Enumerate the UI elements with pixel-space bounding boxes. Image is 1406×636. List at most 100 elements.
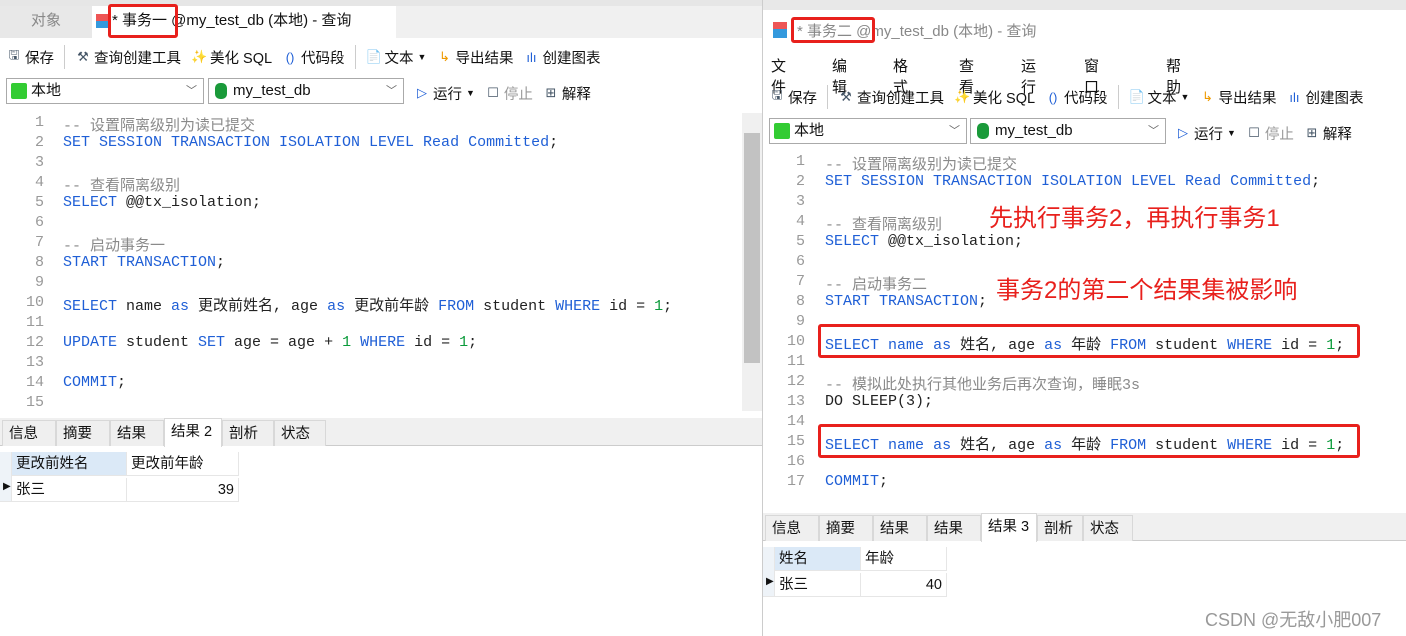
code-snippet-button[interactable]: () 代码段 [1045,87,1108,108]
line-number: 3 [34,154,44,171]
text-button[interactable]: 📄 文本 ▼ [366,47,427,68]
result-tab[interactable]: 结果 2 [927,515,981,563]
label: 停止 [503,86,533,103]
result-tab[interactable]: 信息 [2,420,56,446]
left-query-window: 对象 * 事务一 @my_test_db (本地) - 查询 🖫 保存 ⚒ 查询创建… [0,0,762,636]
connection-value: 本地 [794,122,825,139]
result-tab[interactable]: 摘要 [56,420,110,446]
export-results-button[interactable]: ↳ 导出结果 [1199,87,1276,108]
stop-button[interactable]: ☐ 停止 [1246,123,1294,144]
line-number: 7 [34,234,44,251]
label: 代码段 [1064,90,1108,107]
tab-objects[interactable]: 对象 [0,6,92,38]
label: 运行 [1194,126,1223,143]
export-results-button[interactable]: ↳ 导出结果 [436,47,513,68]
label: 美化 SQL [210,50,273,67]
result-tab[interactable]: 结果 3 [981,513,1037,542]
highlight-box [791,17,875,43]
code-line: SET SESSION TRANSACTION ISOLATION LEVEL … [825,173,1320,190]
result-tab[interactable]: 结果 1 [110,420,164,468]
explain-icon: ⊞ [1306,125,1318,140]
column-header[interactable]: 年龄 [861,547,947,571]
database-select[interactable]: my_test_db ﹀ [970,118,1166,144]
editor-scrollbar[interactable] [742,113,762,411]
database-value: my_test_db [995,122,1073,139]
parentheses-icon: () [1048,89,1058,105]
code-token: as [327,298,346,315]
run-button[interactable]: ▷ 运行 ▼ [1175,123,1236,144]
code-token: 更改前姓名, age [189,298,328,315]
label: 文本 [1147,90,1177,107]
label: 运行 [433,86,462,103]
code-line: DO SLEEP(3); [825,393,933,410]
result-tab[interactable]: 结果 1 [873,515,927,563]
line-number: 13 [786,393,805,410]
code-line: -- 启动事务一 [63,234,165,255]
scrollbar-thumb[interactable] [744,133,760,363]
stop-button[interactable]: ☐ 停止 [485,83,533,104]
explain-button[interactable]: ⊞ 解释 [543,83,590,104]
create-chart-button[interactable]: ılı 创建图表 [1286,87,1363,108]
code-line: UPDATE student SET age = age + 1 WHERE i… [63,334,477,351]
result-tabs: 信息摘要结果 1结果 2剖析状态 [0,418,762,468]
code-line: -- 查看隔离级别 [63,174,180,195]
line-number: 9 [34,274,44,291]
create-chart-button[interactable]: ılı 创建图表 [523,47,600,68]
result-tab[interactable]: 状态 [274,420,326,446]
table-cell[interactable]: 40 [861,573,947,597]
result-tab[interactable]: 状态 [1083,515,1133,541]
code-token: SET [198,334,226,351]
result-tab[interactable]: 摘要 [819,515,873,541]
column-header[interactable]: 姓名 [775,547,861,571]
line-number: 13 [25,354,44,371]
line-number: 14 [786,413,805,430]
result-tab[interactable]: 信息 [765,515,819,541]
chart-icon: ılı [526,49,537,65]
code-token: 1 [459,334,469,351]
beautify-sql-button[interactable]: ✨ 美化 SQL [191,47,272,68]
save-button[interactable]: 🖫 保存 [769,86,817,108]
line-number: 14 [25,374,44,391]
divider [1117,85,1119,109]
connection-select[interactable]: 本地 ﹀ [6,78,204,104]
line-number: 3 [795,193,805,210]
query-icon [96,14,108,28]
column-header[interactable]: 更改前姓名 [12,452,127,476]
table-cell[interactable]: 39 [127,478,239,502]
result-tab[interactable]: 剖析 [1037,515,1083,541]
line-number: 6 [34,214,44,231]
query-builder-button[interactable]: ⚒ 查询创建工具 [75,47,181,68]
code-token: COMMIT [63,374,118,391]
dropdown-arrow-icon: ▼ [417,52,427,62]
run-toolbar: ▷ 运行 ▼ ☐ 停止 ⊞ 解释 [1175,118,1362,148]
save-button[interactable]: 🖫 保存 [6,46,54,68]
code-line: SET SESSION TRANSACTION ISOLATION LEVEL … [63,134,558,151]
table-cell[interactable]: 张三 [12,478,127,502]
label: 创建图表 [1305,90,1364,107]
code-token: 1 [342,334,352,351]
beautify-sql-button[interactable]: ✨ 美化 SQL [954,87,1035,108]
sql-editor[interactable]: 1 -- 设置隔离级别为读已提交 2 SET SESSION TRANSACTION … [0,113,762,411]
line-number: 15 [25,394,44,411]
document-icon: 📄 [365,49,382,64]
text-button[interactable]: 📄 文本 ▼ [1129,87,1190,108]
result-tab[interactable]: 结果 2 [164,418,222,447]
code-snippet-button[interactable]: () 代码段 [282,47,345,68]
table-cell[interactable]: 张三 [775,573,861,597]
label: 文本 [384,50,414,67]
column-header[interactable]: 更改前年龄 [127,452,239,476]
result-tab[interactable]: 剖析 [222,420,274,446]
code-token: ; [468,334,478,351]
connection-select[interactable]: 本地 ﹀ [769,118,967,144]
query-builder-button[interactable]: ⚒ 查询创建工具 [838,87,944,108]
code-token: age = age + [225,334,343,351]
run-toolbar: ▷ 运行 ▼ ☐ 停止 ⊞ 解释 [414,78,601,108]
explain-button[interactable]: ⊞ 解释 [1304,123,1352,144]
run-button[interactable]: ▷ 运行 ▼ [414,83,475,104]
label: 创建图表 [542,50,601,67]
label: 导出结果 [1218,90,1277,107]
save-icon: 🖫 [771,87,783,102]
database-select[interactable]: my_test_db ﹀ [208,78,404,104]
label: 解释 [1322,126,1352,143]
parentheses-icon: () [285,49,295,65]
